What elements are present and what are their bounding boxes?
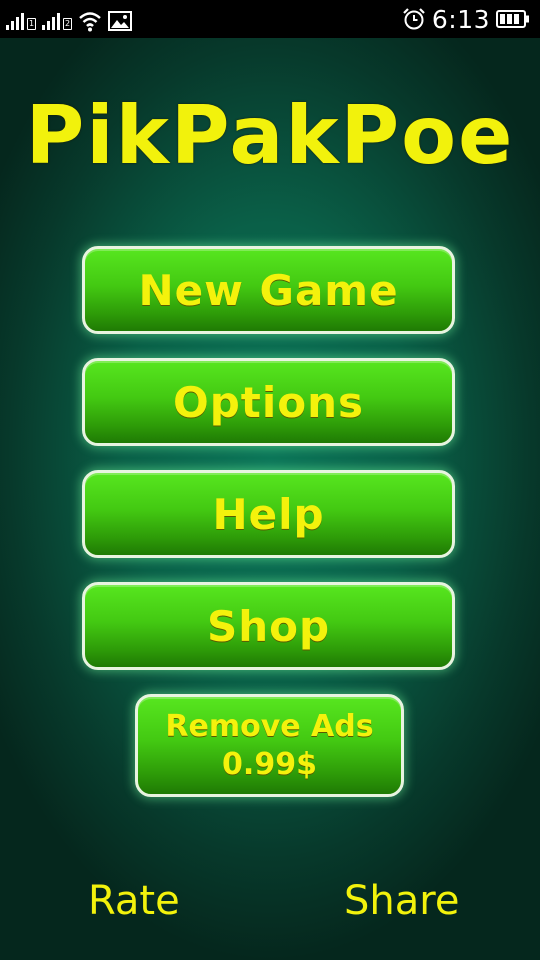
- sim1-label: 1: [27, 18, 36, 30]
- options-label: Options: [173, 377, 364, 427]
- alarm-icon: [403, 8, 425, 30]
- help-label: Help: [212, 489, 325, 539]
- status-icons-right: 6:13: [402, 4, 530, 34]
- status-icons-left: 1 2: [6, 6, 132, 32]
- shop-label: Shop: [206, 601, 331, 651]
- status-bar: 1 2 6:13: [0, 0, 540, 38]
- help-button[interactable]: Help: [82, 470, 455, 558]
- signal-sim2-icon: 2: [42, 10, 72, 32]
- game-menu-screen: PikPakPoe New Game Options Help Shop Rem…: [0, 38, 540, 960]
- game-title: PikPakPoe: [25, 89, 515, 182]
- remove-ads-price: 0.99$: [222, 746, 317, 782]
- sim2-label: 2: [63, 18, 72, 30]
- screen: 1 2 6:13 PikPakPoe New Game Options Help…: [0, 0, 540, 960]
- new-game-label: New Game: [138, 265, 399, 315]
- remove-ads-label: Remove Ads: [165, 709, 374, 744]
- share-link[interactable]: Share: [344, 878, 459, 924]
- signal-sim1-icon: 1: [6, 10, 36, 32]
- remove-ads-button[interactable]: Remove Ads 0.99$: [135, 694, 404, 797]
- rate-link[interactable]: Rate: [88, 878, 180, 924]
- clock: 6:13: [431, 4, 490, 34]
- image-notification-icon: [108, 11, 132, 31]
- wifi-icon: [79, 12, 101, 32]
- shop-button[interactable]: Shop: [82, 582, 455, 670]
- new-game-button[interactable]: New Game: [82, 246, 455, 334]
- options-button[interactable]: Options: [82, 358, 455, 446]
- battery-icon: [496, 10, 529, 28]
